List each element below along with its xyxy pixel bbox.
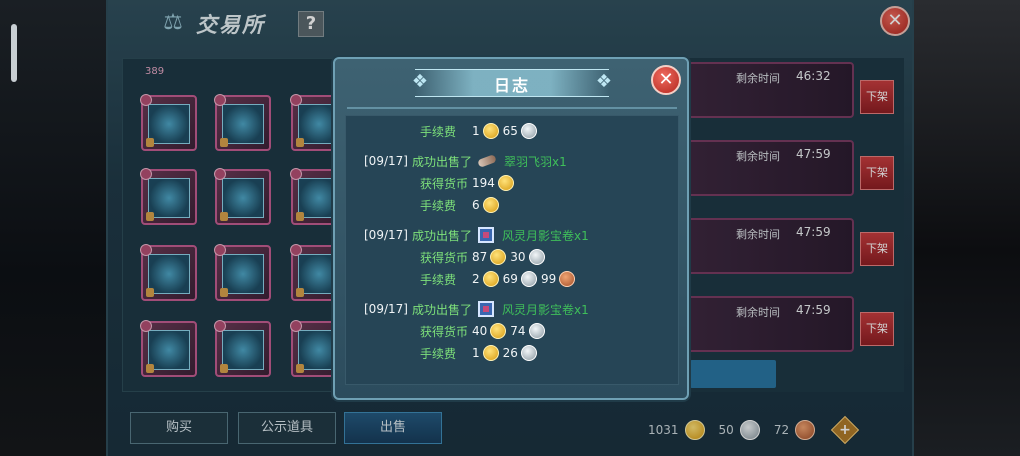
side-drawer-handle[interactable] xyxy=(11,24,17,82)
fee-label: 手续费 xyxy=(420,272,457,287)
gold-coin-icon xyxy=(497,175,514,191)
log-earn-line: 获得货币 194 xyxy=(420,172,514,194)
fee-gold: 1 xyxy=(472,124,480,138)
gold-coin-icon xyxy=(490,249,507,265)
gold-coin-icon xyxy=(482,123,499,139)
log-fee-line: 手续费 1 26 xyxy=(420,342,537,364)
dialog-title-banner: 日志 xyxy=(415,69,609,97)
earn-label: 获得货币 xyxy=(420,250,469,265)
earn-label: 获得货币 xyxy=(420,176,469,191)
log-fee-line: 手续费 1 65 xyxy=(420,120,537,142)
log-action: 成功出售了 xyxy=(411,154,472,169)
log-sale-line: [09/17] 成功出售了 风灵月影宝卷x1 xyxy=(364,298,589,320)
log-action: 成功出售了 xyxy=(411,228,472,243)
silver-coin-icon xyxy=(528,249,545,265)
earn-silver: 30 xyxy=(510,250,526,264)
log-sale-line: [09/17] 成功出售了 翠羽飞羽x1 xyxy=(364,150,567,172)
earn-gold: 194 xyxy=(472,176,495,190)
log-list: 手续费 1 65 [09/17] 成功出售了 翠羽飞羽x1 获得货币 194 手… xyxy=(345,115,679,385)
copper-coin-icon xyxy=(559,271,576,287)
fee-gold: 1 xyxy=(472,346,480,360)
divider xyxy=(347,107,677,109)
log-fee-line: 手续费 2 69 99 xyxy=(420,268,576,290)
fee-silver: 26 xyxy=(502,346,518,360)
log-action: 成功出售了 xyxy=(411,302,472,317)
dialog-title: 日志 xyxy=(493,76,530,95)
log-fee-line: 手续费 6 xyxy=(420,194,499,216)
gold-coin-icon xyxy=(482,197,499,213)
gold-coin-icon xyxy=(490,323,507,339)
log-date: [09/17] xyxy=(364,228,408,242)
scroll-item-icon xyxy=(477,227,494,243)
background-scene-left xyxy=(0,0,108,456)
gold-coin-icon xyxy=(482,345,499,361)
log-earn-line: 获得货币 40 74 xyxy=(420,320,545,342)
log-item-name: 翠羽飞羽x1 xyxy=(503,154,567,169)
close-dialog-button[interactable]: ✕ xyxy=(651,65,681,95)
silver-coin-icon xyxy=(528,323,545,339)
feather-item-icon xyxy=(477,154,497,168)
log-dialog: ❖ 日志 ❖ ✕ 手续费 1 65 [09/17] 成功出售了 翠羽飞羽x1 获… xyxy=(333,57,689,400)
fee-silver: 69 xyxy=(502,272,518,286)
earn-gold: 40 xyxy=(472,324,488,338)
gold-coin-icon xyxy=(482,271,499,287)
log-date: [09/17] xyxy=(364,154,408,168)
background-scene-right xyxy=(910,0,1020,456)
fee-gold: 6 xyxy=(472,198,480,212)
ornament-right-icon: ❖ xyxy=(595,71,613,92)
fee-copper: 99 xyxy=(540,272,557,286)
fee-label: 手续费 xyxy=(420,198,457,213)
scroll-item-icon xyxy=(477,301,494,317)
silver-coin-icon xyxy=(520,345,537,361)
log-item-name: 风灵月影宝卷x1 xyxy=(501,228,589,243)
silver-coin-icon xyxy=(520,123,537,139)
silver-coin-icon xyxy=(520,271,537,287)
earn-label: 获得货币 xyxy=(420,324,469,339)
log-earn-line: 获得货币 87 30 xyxy=(420,246,545,268)
earn-silver: 74 xyxy=(510,324,526,338)
fee-silver: 65 xyxy=(502,124,518,138)
fee-label: 手续费 xyxy=(420,346,457,361)
fee-gold: 2 xyxy=(472,272,480,286)
log-sale-line: [09/17] 成功出售了 风灵月影宝卷x1 xyxy=(364,224,589,246)
fee-label: 手续费 xyxy=(420,124,457,139)
log-date: [09/17] xyxy=(364,302,408,316)
log-item-name: 风灵月影宝卷x1 xyxy=(501,302,589,317)
earn-gold: 87 xyxy=(472,250,488,264)
